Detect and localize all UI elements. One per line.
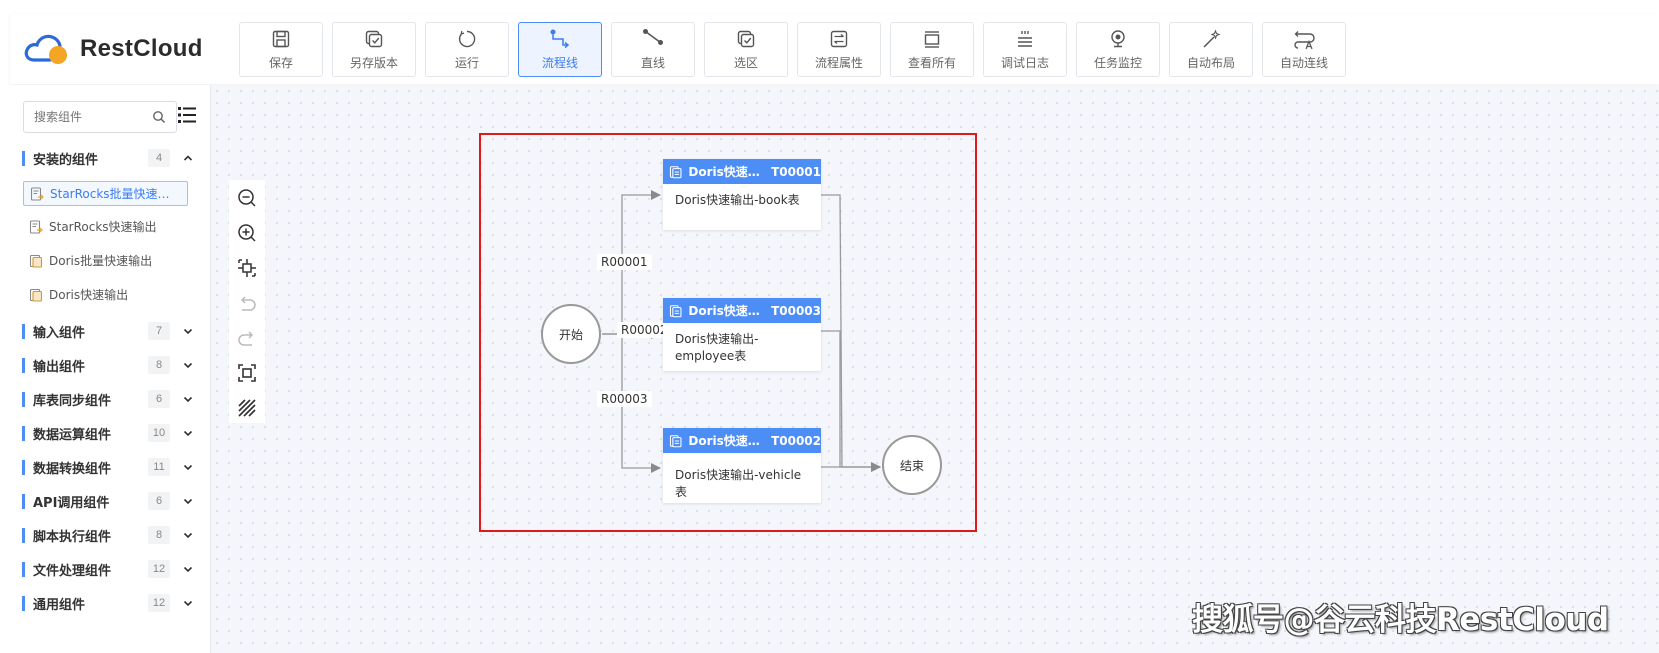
task-node-header: Doris快速… T00002 bbox=[663, 428, 821, 453]
document-icon bbox=[669, 304, 682, 317]
task-node-title: Doris快速… bbox=[688, 165, 760, 179]
task-node-header: Doris快速… T00003 bbox=[663, 298, 821, 323]
end-node[interactable]: 结束 bbox=[882, 435, 942, 495]
edge-label[interactable]: R00001 bbox=[597, 254, 652, 270]
edge-t00003-to-end bbox=[821, 330, 880, 468]
task-node-t00002[interactable]: Doris快速… T00002 Doris快速输出-vehicle表 bbox=[663, 428, 821, 503]
document-icon bbox=[669, 434, 682, 447]
task-node-body: Doris快速输出-vehicle表 bbox=[675, 468, 802, 499]
task-node-body: Doris快速输出-book表 bbox=[675, 193, 800, 207]
flow-edges bbox=[602, 190, 881, 473]
start-node[interactable]: 开始 bbox=[541, 304, 601, 364]
task-node-code: T00003 bbox=[771, 303, 821, 318]
task-node-t00001[interactable]: Doris快速… T00001 Doris快速输出-book表 bbox=[663, 159, 821, 230]
task-node-body: Doris快速输出-employee表 bbox=[675, 332, 759, 363]
watermark: 搜狐号@谷云科技RestCloud bbox=[1192, 602, 1609, 638]
task-node-code: T00002 bbox=[771, 433, 821, 448]
task-node-title: Doris快速… bbox=[688, 434, 760, 448]
task-node-title: Doris快速… bbox=[688, 304, 760, 318]
task-node-header: Doris快速… T00001 bbox=[663, 159, 821, 184]
document-icon bbox=[669, 165, 682, 178]
task-node-t00003[interactable]: Doris快速… T00003 Doris快速输出-employee表 bbox=[663, 298, 821, 371]
edge-label[interactable]: R00003 bbox=[597, 391, 652, 407]
task-node-code: T00001 bbox=[771, 164, 821, 179]
